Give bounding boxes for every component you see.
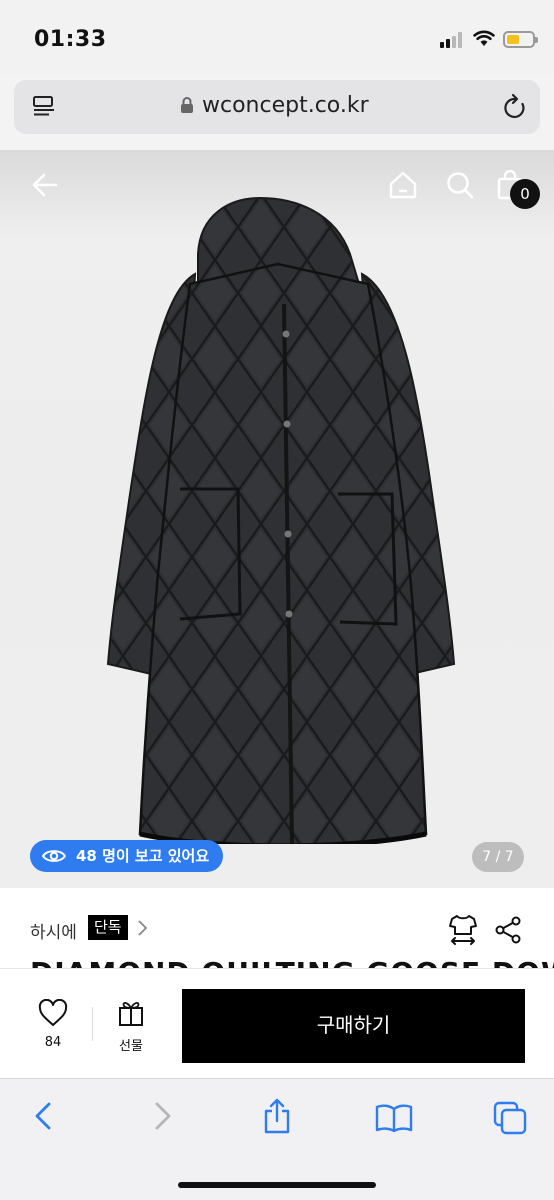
home-indicator: [178, 1182, 376, 1188]
status-time: 01:33: [34, 27, 107, 52]
reader-icon[interactable]: [32, 95, 56, 119]
size-guide-icon[interactable]: [448, 914, 478, 946]
battery-level: [507, 35, 519, 44]
reload-icon[interactable]: [502, 93, 528, 121]
lock-icon: [181, 97, 193, 113]
status-bar: 01:33: [0, 0, 554, 76]
buy-button[interactable]: 구매하기: [182, 989, 525, 1063]
eye-icon: [42, 850, 66, 862]
purchase-bar: 84 선물 구매하기: [0, 968, 554, 1078]
brand-name[interactable]: 하시에: [30, 918, 77, 943]
search-icon[interactable]: [445, 170, 475, 200]
url-text[interactable]: wconcept.co.kr: [202, 93, 369, 118]
like-button[interactable]: 84: [28, 999, 78, 1059]
gift-button[interactable]: 선물: [106, 999, 156, 1059]
safari-share-icon[interactable]: [262, 1097, 292, 1135]
safari-back-icon[interactable]: [32, 1101, 54, 1131]
product-image[interactable]: [100, 194, 460, 844]
product-image-carousel[interactable]: 0 48 명이 보고 있어요 7 / 7: [0, 150, 554, 888]
gift-label: 선물: [119, 1039, 143, 1054]
cellular-signal-icon: [440, 32, 466, 48]
divider: [92, 1007, 93, 1041]
share-icon[interactable]: [494, 916, 522, 944]
safari-forward-icon[interactable]: [152, 1101, 174, 1131]
battery-icon: [503, 31, 538, 48]
cart-count-badge[interactable]: 0: [510, 179, 540, 209]
wifi-icon: [473, 30, 495, 46]
like-count: 84: [44, 1035, 62, 1050]
chevron-right-icon[interactable]: [136, 919, 148, 937]
home-icon[interactable]: [388, 170, 418, 200]
gift-icon: [119, 1001, 143, 1026]
tabs-icon[interactable]: [493, 1101, 527, 1135]
bookmarks-icon[interactable]: [375, 1103, 413, 1133]
back-icon[interactable]: [30, 170, 60, 200]
address-bar[interactable]: wconcept.co.kr: [14, 80, 540, 134]
image-page-indicator: 7 / 7: [472, 842, 524, 872]
viewers-text: 48 명이 보고 있어요: [76, 847, 210, 865]
exclusive-badge: 단독: [88, 915, 128, 940]
heart-icon: [38, 999, 68, 1026]
viewers-badge: 48 명이 보고 있어요: [30, 840, 224, 872]
